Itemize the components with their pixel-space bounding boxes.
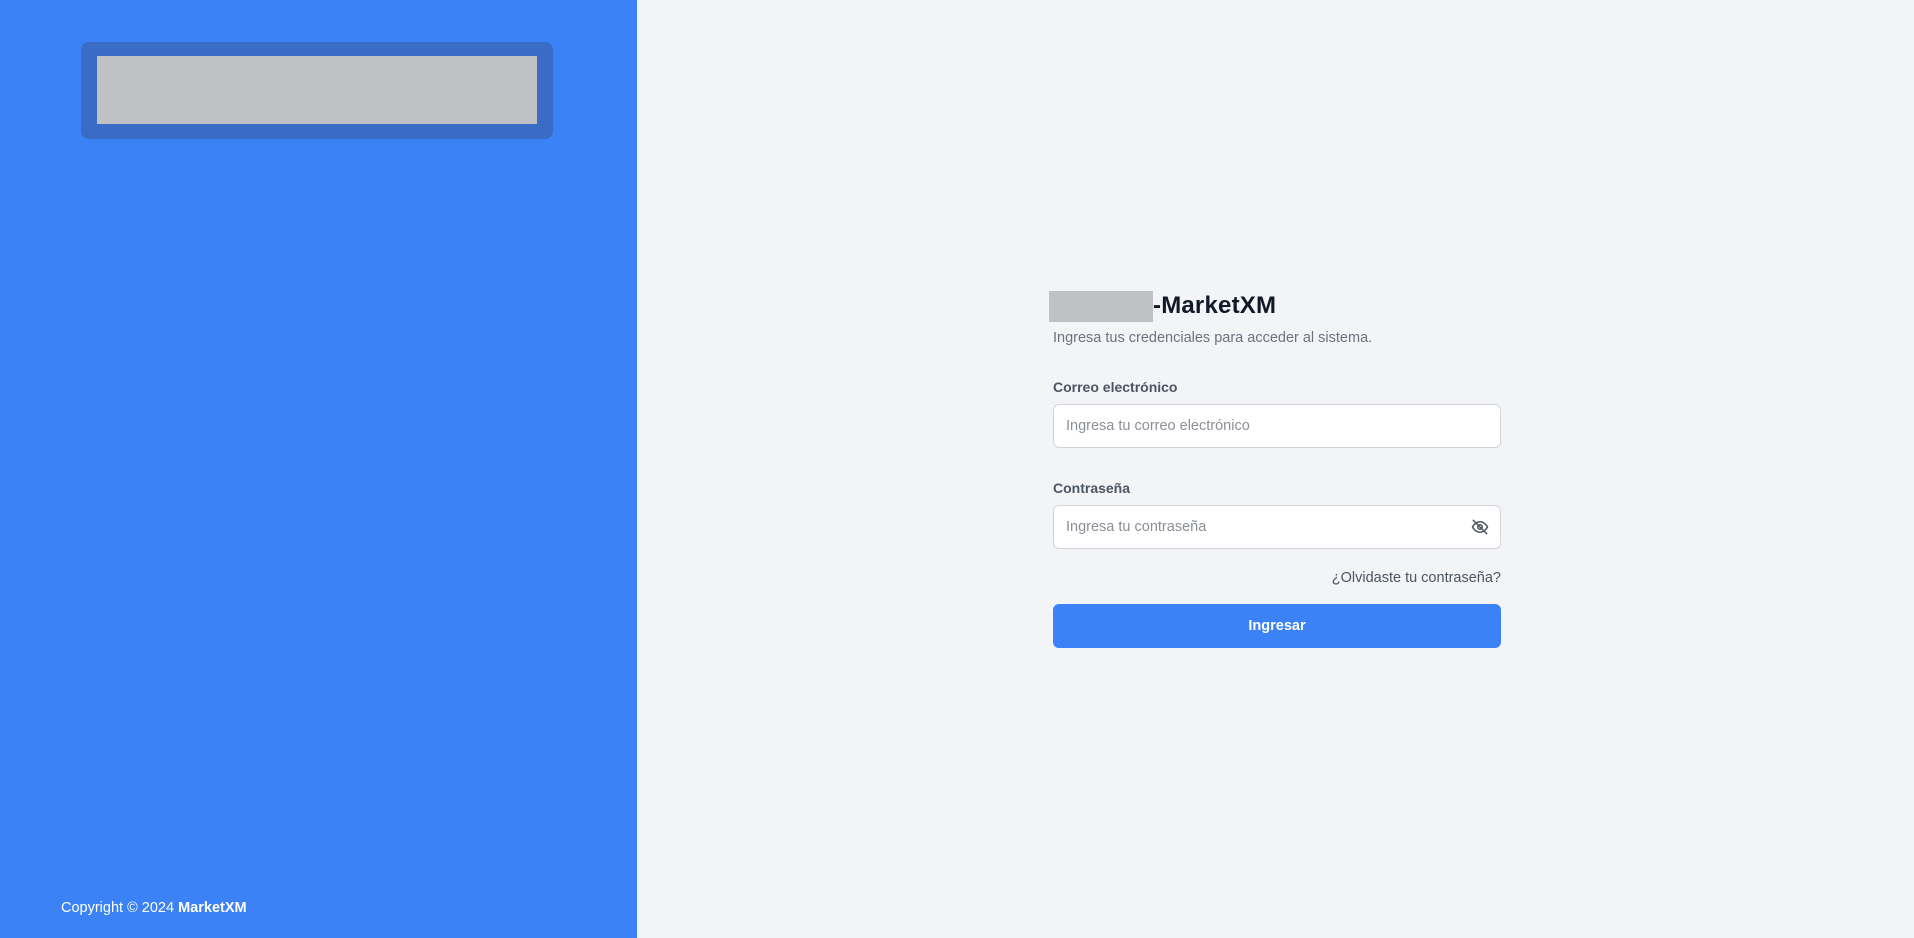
page-title: -MarketXM [1049, 290, 1501, 322]
copyright-brand: MarketXM [178, 900, 247, 916]
login-button[interactable]: Ingresar [1053, 604, 1501, 648]
copyright-footer: Copyright © 2024 MarketXM [61, 900, 247, 916]
eye-off-icon[interactable] [1469, 516, 1491, 538]
page-subtitle: Ingresa tus credenciales para acceder al… [1053, 330, 1373, 346]
forgot-password-link[interactable]: ¿Olvidaste tu contraseña? [1332, 570, 1501, 586]
password-field-wrapper [1053, 505, 1501, 549]
email-field-wrapper [1053, 404, 1501, 448]
password-label: Contraseña [1053, 480, 1131, 496]
page-title-text: -MarketXM [1153, 292, 1277, 319]
email-field[interactable] [1053, 404, 1501, 448]
email-label: Correo electrónico [1053, 379, 1178, 395]
logo-frame [81, 42, 553, 139]
title-redacted-block [1049, 290, 1153, 322]
login-form: -MarketXM Ingresa tus credenciales para … [1049, 290, 1501, 648]
login-page: Copyright © 2024 MarketXM -MarketXM Ingr… [0, 0, 1914, 938]
logo-image-redacted [97, 56, 537, 124]
copyright-text: Copyright © 2024 [61, 900, 179, 916]
forgot-password-row: ¿Olvidaste tu contraseña? [1053, 569, 1501, 587]
password-field[interactable] [1053, 505, 1501, 549]
brand-panel: Copyright © 2024 MarketXM [0, 0, 637, 938]
login-panel: -MarketXM Ingresa tus credenciales para … [637, 0, 1914, 938]
